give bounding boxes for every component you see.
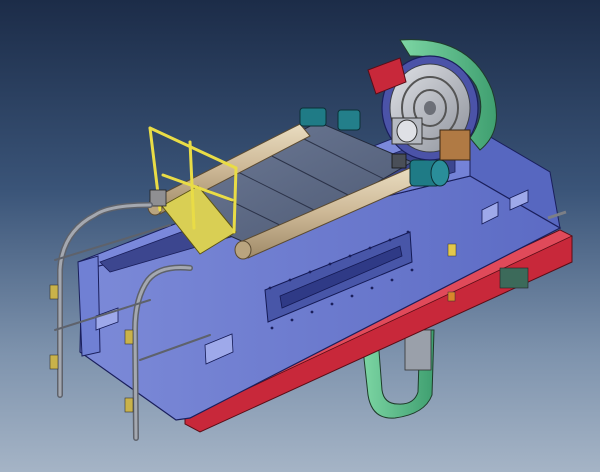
cad-viewport (0, 0, 600, 472)
machine-render (49, 39, 573, 441)
